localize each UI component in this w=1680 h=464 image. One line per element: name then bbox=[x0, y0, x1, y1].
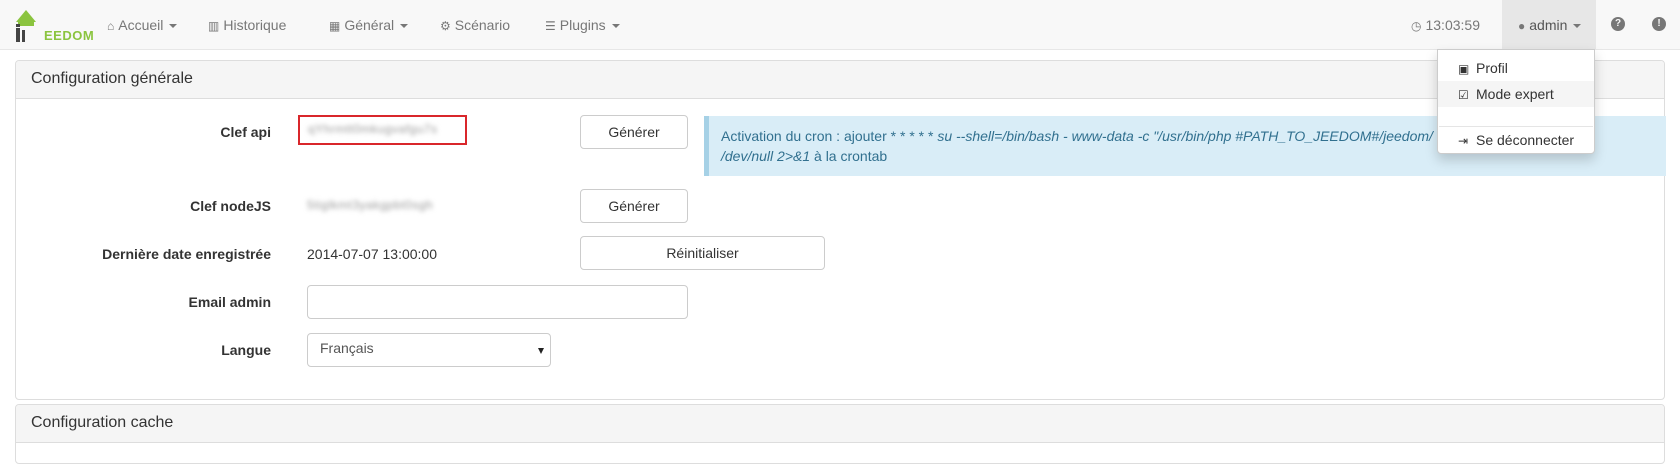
nav-general[interactable]: ▦ Général bbox=[329, 0, 409, 50]
general-config-panel: Configuration générale Clef api qYhrmtt0… bbox=[15, 60, 1666, 400]
user-name: admin bbox=[1529, 17, 1568, 33]
menu-item-profil[interactable]: ▣ Profil bbox=[1438, 55, 1594, 81]
cron-command: su --shell=/bin/bash - www-data -c "/usr… bbox=[937, 128, 1433, 144]
info-icon[interactable]: ! bbox=[1652, 17, 1666, 31]
nav-scenario-label: Scénario bbox=[454, 17, 511, 33]
caret-down-icon bbox=[611, 24, 620, 29]
api-generate-button[interactable]: Générer bbox=[580, 115, 688, 149]
cron-prefix: Activation du cron : ajouter * * * * * bbox=[721, 128, 938, 144]
cache-config-title[interactable]: Configuration cache bbox=[16, 405, 1664, 443]
user-menu-toggle[interactable]: ● admin bbox=[1502, 0, 1596, 50]
user-dropdown-menu: ▣ Profil ☑ Mode expert ⇥ Se déconnecter bbox=[1437, 49, 1595, 154]
grid-icon: ▦ bbox=[329, 19, 341, 33]
nodejs-key-value: 5tiglkmt3yakgpbt0sgh bbox=[307, 198, 434, 212]
email-admin-input[interactable] bbox=[307, 285, 688, 319]
nodejs-key-label: Clef nodeJS bbox=[190, 198, 271, 214]
caret-down-icon bbox=[400, 24, 409, 29]
cache-config-panel: Configuration cache bbox=[15, 404, 1665, 464]
nodejs-generate-button[interactable]: Générer bbox=[580, 189, 688, 223]
caret-down-icon bbox=[169, 24, 178, 29]
briefcase-icon: ▣ bbox=[1458, 62, 1470, 76]
language-label: Langue bbox=[221, 342, 271, 358]
nav-scenario[interactable]: ⚙ Scénario bbox=[440, 0, 510, 50]
cron-suffix: à la crontab bbox=[810, 148, 888, 164]
sign-out-icon: ⇥ bbox=[1458, 134, 1469, 148]
menu-item-mode-expert-label: Mode expert bbox=[1476, 86, 1554, 102]
api-key-value-box: qYhrmtt0mkugvafgu7s bbox=[298, 115, 467, 145]
tasks-icon: ☰ bbox=[545, 19, 556, 33]
menu-item-logout[interactable]: ⇥ Se déconnecter bbox=[1438, 127, 1594, 153]
home-icon: ⌂ bbox=[107, 19, 115, 33]
reset-date-button[interactable]: Réinitialiser bbox=[580, 236, 825, 270]
check-square-icon: ☑ bbox=[1458, 88, 1469, 102]
jeedom-logo[interactable]: EEDOM bbox=[12, 6, 94, 44]
language-select[interactable]: Français bbox=[307, 333, 551, 367]
user-icon: ● bbox=[1518, 19, 1526, 33]
bar-chart-icon: ▥ bbox=[208, 19, 220, 33]
menu-item-logout-label: Se déconnecter bbox=[1476, 132, 1575, 148]
api-key-label: Clef api bbox=[220, 124, 271, 140]
help-icon[interactable]: ? bbox=[1611, 17, 1625, 31]
email-admin-label: Email admin bbox=[188, 294, 271, 310]
top-navbar: EEDOM ⌂ Accueil ▥ Historique ▦ Général ⚙ Scé… bbox=[0, 0, 1680, 50]
nav-plugins-label: Plugins bbox=[559, 17, 606, 33]
brand-text: EEDOM bbox=[44, 28, 95, 43]
api-key-value: qYhrmtt0mkugvafgu7s bbox=[308, 122, 438, 136]
nav-accueil[interactable]: ⌂ Accueil bbox=[107, 0, 178, 50]
nav-plugins[interactable]: ☰ Plugins bbox=[545, 0, 620, 50]
menu-item-mode-expert[interactable]: ☑ Mode expert bbox=[1438, 81, 1594, 107]
cron-tail-command: /dev/null 2>&1 bbox=[721, 148, 811, 164]
nav-accueil-label: Accueil bbox=[118, 17, 164, 33]
general-config-title: Configuration générale bbox=[16, 61, 1664, 99]
caret-down-icon bbox=[1573, 24, 1582, 29]
clock-icon: ◷ bbox=[1411, 19, 1422, 33]
nav-historique-label: Historique bbox=[223, 17, 287, 33]
language-selected-value: Français bbox=[320, 340, 374, 356]
clock-time: 13:03:59 bbox=[1425, 17, 1480, 33]
last-date-label: Dernière date enregistrée bbox=[102, 246, 271, 262]
menu-item-profil-label: Profil bbox=[1476, 60, 1508, 76]
nav-general-label: Général bbox=[344, 17, 395, 33]
select-arrow-icon bbox=[538, 348, 544, 354]
gears-icon: ⚙ bbox=[440, 19, 451, 33]
nav-clock: ◷ 13:03:59 bbox=[1411, 0, 1480, 50]
nav-historique[interactable]: ▥ Historique bbox=[208, 0, 286, 50]
last-date-value: 2014-07-07 13:00:00 bbox=[307, 246, 437, 262]
